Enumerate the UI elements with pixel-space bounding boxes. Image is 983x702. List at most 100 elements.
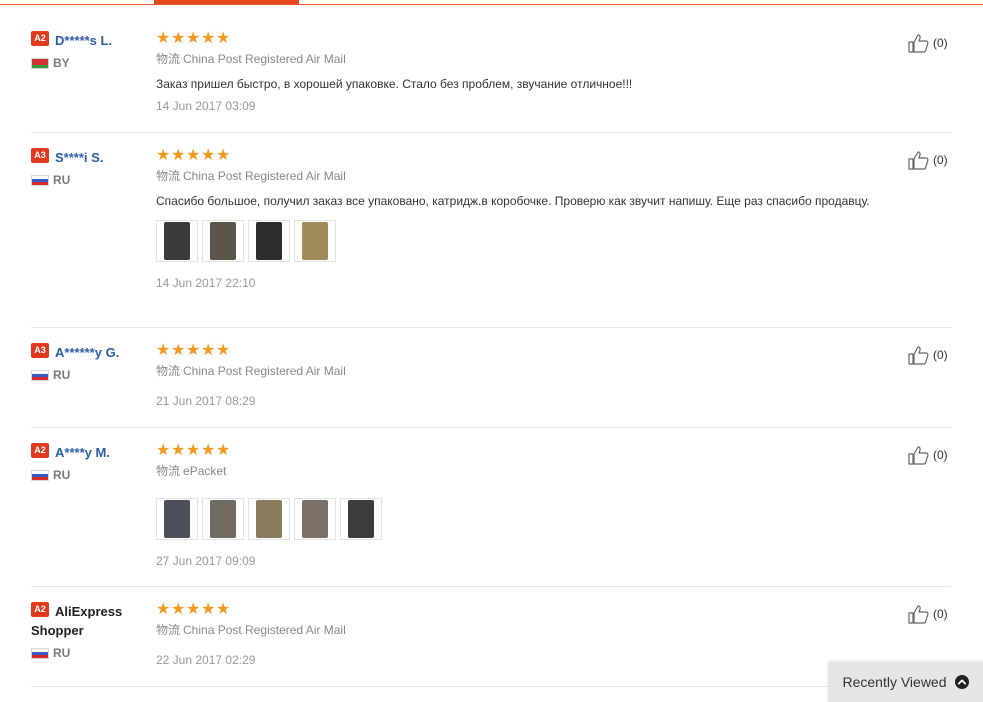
country-flag-icon <box>31 369 49 381</box>
review-photo-thumbnail[interactable] <box>156 498 198 540</box>
review-photo-thumbnail[interactable] <box>294 220 336 262</box>
star-rating: ★★★★★ <box>156 601 896 618</box>
star-icon: ★ <box>201 601 216 618</box>
star-icon: ★ <box>186 601 201 618</box>
tab-underline <box>0 4 983 5</box>
thumbs-up-icon <box>908 346 929 365</box>
country-flag-icon <box>31 174 49 186</box>
buyer-country: RU <box>31 173 149 187</box>
buyer-level-badge: A3 <box>31 343 49 358</box>
review-photo-thumbnail[interactable] <box>156 220 198 262</box>
review-divider <box>31 132 951 133</box>
star-rating: ★★★★★ <box>156 147 896 164</box>
star-icon: ★ <box>201 342 216 359</box>
review-date: 14 Jun 2017 03:09 <box>156 99 256 113</box>
review-date: 21 Jun 2017 08:29 <box>156 394 256 408</box>
review-divider <box>31 427 951 428</box>
shipping-info: 物流 China Post Registered Air Mail <box>156 52 896 67</box>
buyer-name-link[interactable]: A****y M. <box>55 445 110 460</box>
buyer-info: A3 A******y G. RU <box>31 343 149 382</box>
review-divider <box>31 686 951 687</box>
review-date: 22 Jun 2017 02:29 <box>156 653 256 667</box>
star-icon: ★ <box>216 30 231 47</box>
star-icon: ★ <box>156 342 171 359</box>
review-photo-thumbnail[interactable] <box>248 220 290 262</box>
star-icon: ★ <box>156 30 171 47</box>
thumbs-up-icon <box>908 605 929 624</box>
shipping-info: 物流 China Post Registered Air Mail <box>156 169 896 184</box>
buyer-info: A2 AliExpress Shopper RU <box>31 602 149 660</box>
star-icon: ★ <box>216 342 231 359</box>
star-icon: ★ <box>216 442 231 459</box>
star-icon: ★ <box>201 30 216 47</box>
review-divider <box>31 327 951 328</box>
shipping-method: China Post Registered Air Mail <box>183 169 346 183</box>
buyer-info: A2 D*****s L. BY <box>31 31 149 70</box>
review-photo-thumbnail[interactable] <box>202 498 244 540</box>
buyer-country: BY <box>31 56 149 70</box>
helpful-button[interactable]: (0) <box>907 31 948 53</box>
star-rating: ★★★★★ <box>156 442 896 459</box>
buyer-info: A3 S****i S. RU <box>31 148 149 187</box>
review-content: ★★★★★ 物流 China Post Registered Air Mail З… <box>156 31 896 114</box>
review-content: ★★★★★ 物流 China Post Registered Air Mail 2… <box>156 343 896 409</box>
shipping-info: 物流 China Post Registered Air Mail <box>156 623 896 638</box>
star-icon: ★ <box>201 442 216 459</box>
helpful-button[interactable]: (0) <box>907 443 948 465</box>
review-content: ★★★★★ 物流 China Post Registered Air Mail 2… <box>156 602 896 668</box>
review-text: Спасибо большое, получил заказ все упако… <box>156 194 870 208</box>
star-icon: ★ <box>201 147 216 164</box>
shipping-label: 物流 <box>156 52 181 66</box>
star-icon: ★ <box>171 147 186 164</box>
shipping-label: 物流 <box>156 464 181 478</box>
helpful-button[interactable]: (0) <box>907 343 948 365</box>
star-icon: ★ <box>156 601 171 618</box>
shipping-method: China Post Registered Air Mail <box>183 364 346 378</box>
review-photo-thumbnail[interactable] <box>294 498 336 540</box>
buyer-info: A2 A****y M. RU <box>31 443 149 482</box>
buyer-name-link[interactable]: D*****s L. <box>55 33 112 48</box>
star-icon: ★ <box>156 147 171 164</box>
review-date: 14 Jun 2017 22:10 <box>156 276 256 290</box>
review-photo-thumbnail[interactable] <box>340 498 382 540</box>
star-rating: ★★★★★ <box>156 342 896 359</box>
buyer-country: RU <box>31 646 149 660</box>
shipping-label: 物流 <box>156 364 181 378</box>
review-photos <box>156 220 896 262</box>
country-flag-icon <box>31 57 49 69</box>
shipping-method: China Post Registered Air Mail <box>183 623 346 637</box>
helpful-button[interactable]: (0) <box>907 148 948 170</box>
shipping-method: ePacket <box>183 464 227 478</box>
star-icon: ★ <box>171 342 186 359</box>
star-icon: ★ <box>186 342 201 359</box>
buyer-level-badge: A2 <box>31 31 49 46</box>
buyer-name-link[interactable]: A******y G. <box>55 345 119 360</box>
shipping-label: 物流 <box>156 623 181 637</box>
recently-viewed-button[interactable]: Recently Viewed <box>828 662 983 702</box>
chevron-up-circle-icon <box>954 675 969 689</box>
review-divider <box>31 586 951 587</box>
shipping-method: China Post Registered Air Mail <box>183 52 346 66</box>
star-icon: ★ <box>186 30 201 47</box>
recently-viewed-label: Recently Viewed <box>842 674 947 690</box>
star-icon: ★ <box>171 601 186 618</box>
helpful-button[interactable]: (0) <box>907 602 948 624</box>
star-icon: ★ <box>171 442 186 459</box>
thumbs-up-icon <box>908 446 929 465</box>
buyer-name-link[interactable]: S****i S. <box>55 150 103 165</box>
review-photo-thumbnail[interactable] <box>248 498 290 540</box>
review-photo-thumbnail[interactable] <box>202 220 244 262</box>
thumbs-up-icon <box>908 151 929 170</box>
star-icon: ★ <box>156 442 171 459</box>
review-date: 27 Jun 2017 09:09 <box>156 554 256 568</box>
buyer-level-badge: A2 <box>31 602 49 617</box>
review-content: ★★★★★ 物流 China Post Registered Air Mail С… <box>156 148 896 291</box>
review-content: ★★★★★ 物流 ePacket 27 Jun 2017 09:09 <box>156 443 896 569</box>
buyer-level-badge: A3 <box>31 148 49 163</box>
shipping-label: 物流 <box>156 169 181 183</box>
star-icon: ★ <box>216 147 231 164</box>
star-icon: ★ <box>186 147 201 164</box>
shipping-info: 物流 China Post Registered Air Mail <box>156 364 896 379</box>
star-icon: ★ <box>186 442 201 459</box>
star-rating: ★★★★★ <box>156 30 896 47</box>
